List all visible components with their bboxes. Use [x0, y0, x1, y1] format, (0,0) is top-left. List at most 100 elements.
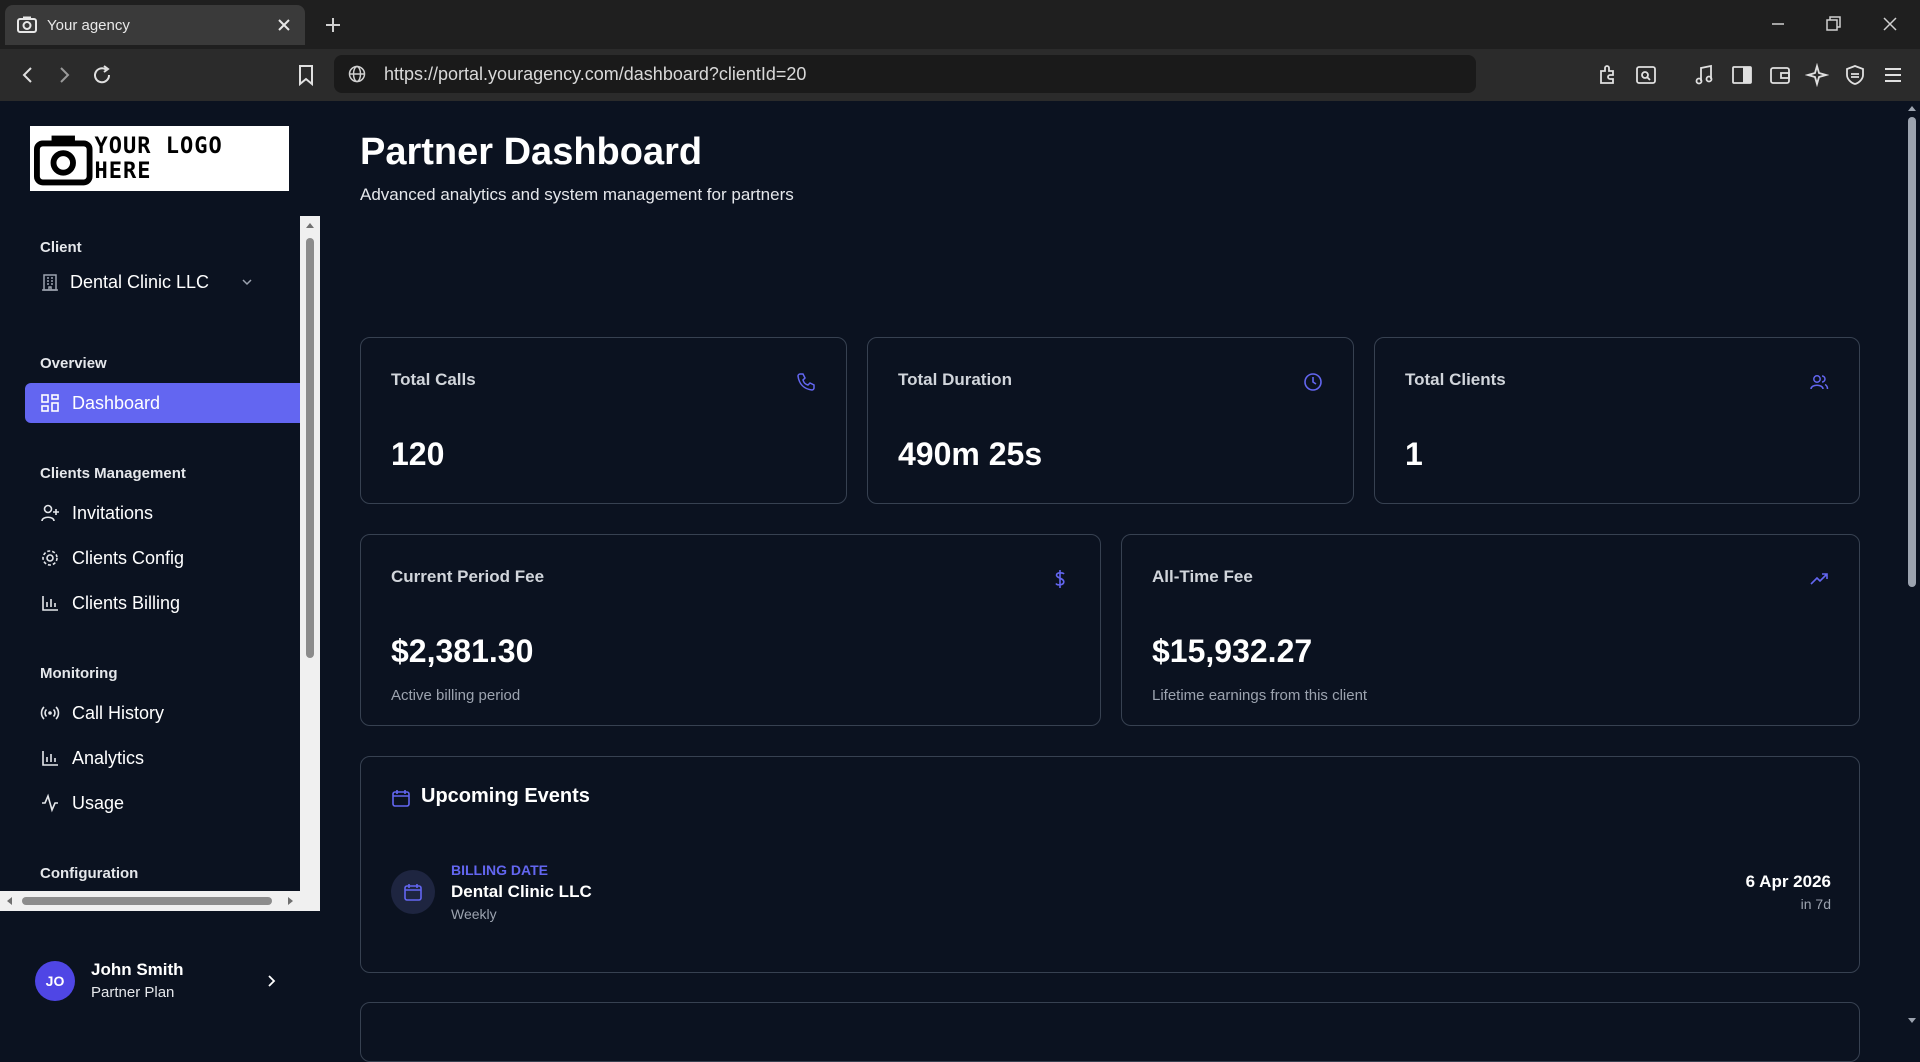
event-item[interactable]: BILLING DATE Dental Clinic LLC Weekly 6 … — [391, 862, 1831, 932]
scrollbar-thumb[interactable] — [1908, 117, 1916, 587]
extensions-icon[interactable] — [1596, 63, 1620, 87]
trending-up-icon — [1810, 573, 1828, 585]
globe-icon — [348, 65, 366, 83]
event-name: Dental Clinic LLC — [451, 882, 592, 901]
nav-label: Dashboard — [72, 392, 161, 413]
scroll-up-arrow-icon[interactable] — [1906, 103, 1918, 115]
menu-icon[interactable] — [1881, 63, 1905, 87]
nav-item-analytics[interactable]: Analytics — [25, 738, 300, 778]
logo[interactable]: YOUR LOGO HERE — [30, 126, 289, 191]
nav-label: Usage — [72, 792, 125, 813]
calendar-icon — [392, 790, 410, 807]
stat-value: 120 — [391, 436, 445, 472]
clock-icon — [1304, 373, 1322, 391]
wallet-icon[interactable] — [1768, 63, 1792, 87]
avatar: JO — [35, 960, 75, 1001]
nav-label: Clients Config — [72, 547, 185, 568]
calendar-icon — [404, 884, 422, 901]
page-subtitle: Advanced analytics and system management… — [360, 185, 794, 204]
client-section-label: Client — [40, 239, 82, 256]
events-title: Upcoming Events — [421, 785, 590, 807]
stat-value: $15,932.27 — [1152, 633, 1313, 669]
bar-chart-icon — [42, 751, 58, 766]
nav-scroll-area: Client Dental Clinic LLC Overview Dashbo… — [0, 216, 320, 906]
reload-icon[interactable] — [90, 63, 114, 87]
close-tab-icon[interactable] — [275, 16, 293, 34]
minimize-icon[interactable] — [1768, 14, 1788, 34]
camera-logo-icon — [34, 135, 93, 185]
page-search-icon[interactable] — [1634, 63, 1658, 87]
nav-vertical-scrollbar[interactable] — [300, 216, 320, 906]
back-icon[interactable] — [16, 63, 40, 87]
nav-item-clients-config[interactable]: Clients Config — [25, 538, 300, 578]
shield-icon[interactable] — [1843, 63, 1867, 87]
scroll-up-arrow-icon[interactable] — [304, 220, 316, 232]
nav-item-clients-billing[interactable]: Clients Billing — [25, 583, 300, 623]
user-plus-icon — [41, 504, 59, 522]
nav-label: Call History — [72, 702, 165, 723]
scroll-down-arrow-icon[interactable] — [1906, 1014, 1918, 1026]
chevron-right-icon — [268, 974, 276, 987]
new-tab-icon[interactable] — [322, 14, 344, 36]
stat-card-total-duration: Total Duration 490m 25s — [867, 337, 1354, 504]
chevron-down-icon — [242, 279, 252, 286]
url-text: https://portal.youragency.com/dashboard?… — [384, 63, 807, 84]
scrollbar-thumb[interactable] — [306, 238, 314, 658]
stat-value: 490m 25s — [898, 436, 1043, 472]
stat-label: All-Time Fee — [1152, 567, 1253, 586]
nav-item-invitations[interactable]: Invitations — [25, 493, 300, 533]
clients-management-section-label: Clients Management — [40, 465, 186, 482]
phone-icon — [797, 373, 815, 391]
stat-note: Lifetime earnings from this client — [1152, 687, 1368, 704]
event-badge — [391, 870, 435, 914]
event-type: BILLING DATE — [451, 862, 548, 878]
stat-label: Total Clients — [1405, 370, 1506, 389]
tab-title: Your agency — [47, 16, 130, 34]
music-icon[interactable] — [1692, 63, 1716, 87]
event-relative-time: in 7d — [1800, 896, 1831, 912]
sidebar: YOUR LOGO HERE Client Dental Clinic LLC … — [0, 101, 320, 1030]
page-title: Partner Dashboard — [360, 131, 703, 173]
user-profile[interactable]: JO John Smith Partner Plan — [0, 931, 320, 1030]
users-icon — [1810, 375, 1829, 390]
browser-tab[interactable]: Your agency — [5, 5, 305, 45]
building-icon — [42, 274, 58, 291]
address-bar[interactable]: https://portal.youragency.com/dashboard?… — [334, 55, 1476, 93]
stat-note: Active billing period — [391, 687, 521, 704]
nav-label: Invitations — [72, 502, 154, 523]
event-frequency: Weekly — [451, 906, 497, 922]
forward-icon[interactable] — [52, 63, 76, 87]
nav-item-call-history[interactable]: Call History — [25, 693, 300, 733]
scroll-left-arrow-icon[interactable] — [4, 895, 16, 907]
stat-label: Total Calls — [391, 370, 476, 389]
nav-label: Analytics — [72, 747, 145, 768]
stat-value: 1 — [1405, 436, 1423, 472]
client-name: Dental Clinic LLC — [70, 271, 210, 292]
user-plan: Partner Plan — [91, 984, 175, 1001]
scroll-right-arrow-icon[interactable] — [284, 895, 296, 907]
sparkle-icon[interactable] — [1805, 63, 1829, 87]
browser-toolbar: https://portal.youragency.com/dashboard?… — [0, 49, 1920, 101]
upcoming-events-card: Upcoming Events BILLING DATE Dental Clin… — [360, 756, 1860, 973]
scrollbar-thumb[interactable] — [22, 897, 272, 905]
dashboard-icon — [41, 394, 59, 412]
close-window-icon[interactable] — [1880, 14, 1900, 34]
stat-card-current-period-fee: Current Period Fee $2,381.30 Active bill… — [360, 534, 1101, 726]
nav-content: Client Dental Clinic LLC Overview Dashbo… — [0, 216, 300, 906]
nav-item-usage[interactable]: Usage — [25, 783, 300, 823]
stat-label: Total Duration — [898, 370, 1012, 389]
page: YOUR LOGO HERE Client Dental Clinic LLC … — [0, 101, 1920, 1062]
gear-icon — [42, 550, 58, 566]
client-select[interactable]: Dental Clinic LLC — [25, 260, 270, 304]
dollar-icon — [1055, 570, 1065, 588]
nav-horizontal-scrollbar[interactable] — [0, 891, 320, 911]
nav-item-dashboard[interactable]: Dashboard — [25, 383, 300, 423]
restore-icon[interactable] — [1823, 14, 1843, 34]
sidebar-toggle-icon[interactable] — [1730, 63, 1754, 87]
main-content: Partner Dashboard Advanced analytics and… — [360, 101, 1860, 1062]
bookmark-icon[interactable] — [294, 63, 318, 87]
page-scrollbar[interactable] — [1904, 101, 1920, 1030]
broadcast-icon — [40, 706, 60, 720]
nav-label: Clients Billing — [72, 592, 181, 613]
stat-card-total-calls: Total Calls 120 — [360, 337, 847, 504]
